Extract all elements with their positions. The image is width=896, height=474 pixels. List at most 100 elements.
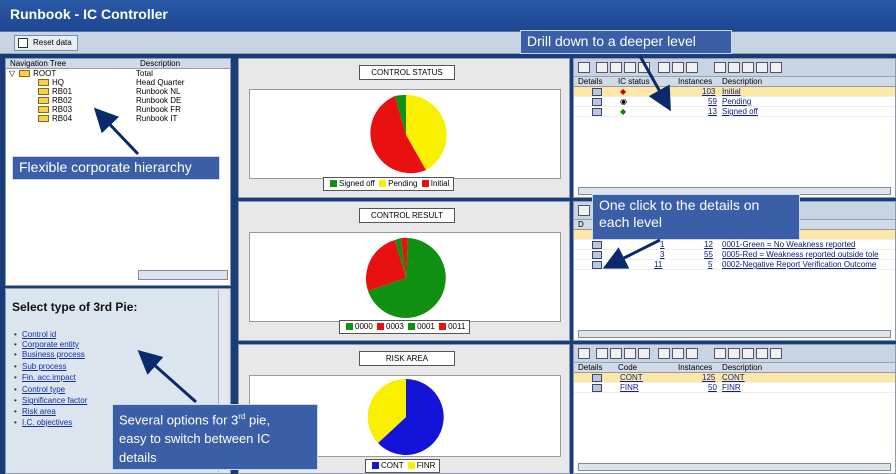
table-row[interactable]: ◆ 13 Signed off xyxy=(574,107,895,117)
instances-link[interactable]: 103 xyxy=(702,87,715,97)
option-control-type[interactable]: Control type xyxy=(14,385,65,394)
details-icon[interactable] xyxy=(592,374,602,382)
export-icon[interactable] xyxy=(672,62,684,73)
details-icon[interactable] xyxy=(592,241,602,249)
tree-node-hq[interactable]: HQ Head Quarter xyxy=(6,78,230,87)
description-link[interactable]: Pending xyxy=(722,97,751,107)
code-link[interactable]: CONT xyxy=(620,373,643,383)
table-horizontal-scrollbar[interactable] xyxy=(578,463,891,471)
description-link[interactable]: 0002-Negative Report Verification Outcom… xyxy=(722,260,876,270)
search-icon[interactable] xyxy=(578,348,590,359)
count-link[interactable]: 3 xyxy=(660,250,664,260)
total-icon[interactable] xyxy=(638,62,650,73)
chart-title: RISK AREA xyxy=(359,351,455,366)
tree-node-rb03[interactable]: RB03 Runbook FR xyxy=(6,105,230,114)
option-ic-objectives[interactable]: I.C. objectives xyxy=(14,418,72,427)
refresh-icon[interactable] xyxy=(756,62,768,73)
tree-node-label: HQ xyxy=(52,78,64,87)
description-link[interactable]: CONT xyxy=(722,373,745,383)
find-icon[interactable] xyxy=(624,348,636,359)
tree-node-desc: Runbook DE xyxy=(136,96,182,105)
details-icon[interactable] xyxy=(592,384,602,392)
table-row[interactable]: 1 12 0001-Green = No Weakness reported xyxy=(574,240,895,250)
grid-icon[interactable] xyxy=(770,62,782,73)
count-link[interactable]: 11 xyxy=(654,260,662,270)
tree-node-rb01[interactable]: RB01 Runbook NL xyxy=(6,87,230,96)
search-icon[interactable] xyxy=(578,205,590,216)
description-link[interactable]: 0001-Green = No Weakness reported xyxy=(722,240,855,250)
tree-node-desc: Total xyxy=(136,69,153,78)
callout-text: easy to switch between IC xyxy=(119,431,271,447)
reset-data-button[interactable]: Reset data xyxy=(14,35,78,51)
risk-table-panel: Details Code Instances Description CONT … xyxy=(573,344,896,474)
export-icon[interactable] xyxy=(672,348,684,359)
tree-node-desc: Runbook NL xyxy=(136,87,181,96)
details-icon[interactable] xyxy=(592,98,602,106)
excel-icon[interactable] xyxy=(658,348,670,359)
table-row[interactable]: 3 55 0005-Red = Weakness reported outsid… xyxy=(574,250,895,260)
table-row[interactable]: CONT 125 CONT xyxy=(574,373,895,383)
instances-link[interactable]: 50 xyxy=(708,383,717,393)
option-risk-area[interactable]: Risk area xyxy=(14,407,56,416)
view-icon[interactable] xyxy=(728,348,740,359)
table-row[interactable]: 11 5 0002-Negative Report Verification O… xyxy=(574,260,895,270)
option-significance-factor[interactable]: Significance factor xyxy=(14,396,87,405)
instances-link[interactable]: 12 xyxy=(704,240,713,250)
sort-icon[interactable] xyxy=(596,62,608,73)
details-icon[interactable] xyxy=(592,261,602,269)
details-icon[interactable] xyxy=(592,88,602,96)
print-icon[interactable] xyxy=(714,348,726,359)
layout-icon[interactable] xyxy=(686,62,698,73)
layout-icon[interactable] xyxy=(686,348,698,359)
details-icon[interactable] xyxy=(592,251,602,259)
legend-label: FINR xyxy=(416,461,436,470)
description-link[interactable]: 0005-Red = Weakness reported outside tol… xyxy=(722,250,879,260)
code-link[interactable]: FINR xyxy=(620,383,639,393)
find-icon[interactable] xyxy=(624,62,636,73)
tree-node-label: RB02 xyxy=(52,96,73,105)
search-icon[interactable] xyxy=(578,62,590,73)
option-sub-process[interactable]: Sub process xyxy=(14,362,67,371)
columns-icon[interactable] xyxy=(742,348,754,359)
table-row[interactable]: ◉ 59 Pending xyxy=(574,97,895,107)
option-business-process[interactable]: Business process xyxy=(14,350,85,359)
nav-horizontal-scrollbar[interactable] xyxy=(138,270,228,280)
grid-icon[interactable] xyxy=(770,348,782,359)
instances-link[interactable]: 55 xyxy=(704,250,713,260)
pie-selector-title: Select type of 3rd Pie: xyxy=(12,300,138,314)
instances-link[interactable]: 125 xyxy=(702,373,715,383)
option-corporate-entity[interactable]: Corporate entity xyxy=(14,340,79,349)
columns-icon[interactable] xyxy=(742,62,754,73)
table-horizontal-scrollbar[interactable] xyxy=(578,330,891,338)
filter-icon[interactable] xyxy=(610,62,622,73)
tree-node-root[interactable]: ▽ ROOT Total xyxy=(6,69,230,78)
description-link[interactable]: Initial xyxy=(722,87,741,97)
instances-link[interactable]: 5 xyxy=(708,260,712,270)
filter-icon[interactable] xyxy=(610,348,622,359)
option-fin-acc-impact[interactable]: Fin. acc.impact xyxy=(14,373,76,382)
excel-icon[interactable] xyxy=(658,62,670,73)
folder-icon xyxy=(38,88,49,95)
instances-link[interactable]: 59 xyxy=(708,97,717,107)
description-link[interactable]: FINR xyxy=(722,383,741,393)
col-header: D xyxy=(578,220,584,229)
instances-link[interactable]: 13 xyxy=(708,107,717,117)
description-link[interactable]: Signed off xyxy=(722,107,758,117)
callout-one-click: One click to the details on each level xyxy=(592,194,800,240)
print-icon[interactable] xyxy=(714,62,726,73)
total-icon[interactable] xyxy=(638,348,650,359)
tree-node-rb04[interactable]: RB04 Runbook IT xyxy=(6,114,230,123)
expand-icon[interactable]: ▽ xyxy=(9,69,15,78)
count-link[interactable]: 1 xyxy=(660,240,664,250)
folder-open-icon xyxy=(19,70,31,77)
refresh-icon[interactable] xyxy=(756,348,768,359)
legend-label: Signed off xyxy=(339,179,375,188)
view-icon[interactable] xyxy=(728,62,740,73)
sort-icon[interactable] xyxy=(596,348,608,359)
tree-node-rb02[interactable]: RB02 Runbook DE xyxy=(6,96,230,105)
chart-area xyxy=(249,89,561,179)
table-row[interactable]: ◆ 103 Initial xyxy=(574,87,895,97)
details-icon[interactable] xyxy=(592,108,602,116)
option-control-id[interactable]: Control id xyxy=(14,330,56,339)
table-row[interactable]: FINR 50 FINR xyxy=(574,383,895,393)
